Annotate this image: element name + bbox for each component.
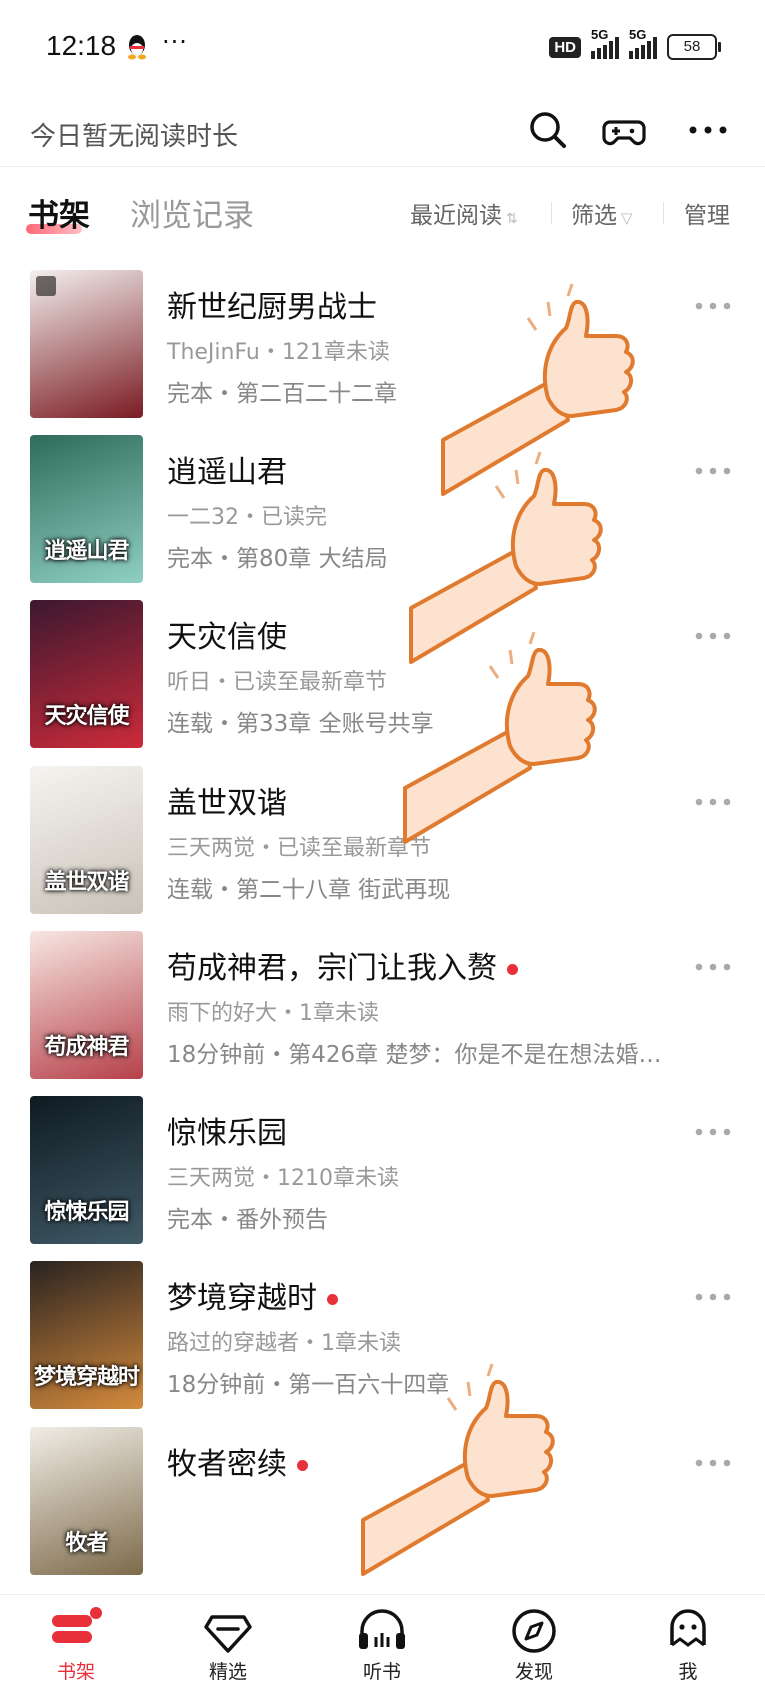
cover-title-art: 牧者: [65, 1530, 108, 1556]
book-cover[interactable]: 逍遥山君: [30, 435, 143, 583]
bottom-nav: 书架 精选 听书 发现 我: [0, 1594, 765, 1703]
tab-bookshelf[interactable]: 书架: [28, 190, 90, 235]
gamepad-icon[interactable]: [602, 108, 646, 152]
cover-title-art: 天灾信使: [44, 703, 129, 729]
book-more-icon[interactable]: [693, 1122, 733, 1142]
tab-history[interactable]: 浏览记录: [130, 190, 254, 235]
signal-icon: 5G: [591, 27, 619, 59]
cover-title-art: 惊悚乐园: [44, 1199, 129, 1225]
nav-audiobook[interactable]: 听书: [332, 1605, 432, 1684]
nav-featured[interactable]: 精选: [178, 1605, 278, 1684]
book-more-icon[interactable]: [693, 792, 733, 812]
book-more-icon[interactable]: [693, 1287, 733, 1307]
book-row[interactable]: 盖世双谐 盖世双谐 三天两觉・已读至最新章节 连载・第二十八章 街武再现: [0, 752, 765, 931]
divider: [551, 202, 552, 224]
bookshelf-icon: [52, 1607, 102, 1643]
book-more-icon[interactable]: [693, 296, 733, 316]
book-row[interactable]: 逍遥山君 逍遥山君 一二32・已读完 完本・第80章 大结局: [0, 421, 765, 600]
book-title: 梦境穿越时: [167, 1273, 338, 1317]
book-author-progress: 三天两觉・1210章未读: [167, 1166, 399, 1191]
book-cover[interactable]: 梦境穿越时: [30, 1261, 143, 1409]
battery-icon: 58: [667, 34, 721, 60]
book-title: 惊悚乐园: [167, 1116, 287, 1151]
search-icon[interactable]: [526, 108, 570, 152]
book-row[interactable]: 惊悚乐园 惊悚乐园 三天两觉・1210章未读 完本・番外预告: [0, 1082, 765, 1261]
gem-icon: [204, 1615, 252, 1653]
book-cover[interactable]: 盖世双谐: [30, 766, 143, 914]
reading-time-label: 今日暂无阅读时长: [30, 122, 239, 152]
book-author-progress: 一二32・已读完: [167, 505, 327, 530]
book-latest-chapter: 连载・第33章 全账号共享: [167, 711, 434, 737]
sort-button[interactable]: 最近阅读 ⇅: [410, 196, 518, 230]
book-row[interactable]: 天灾信使 天灾信使 听日・已读至最新章节 连载・第33章 全账号共享: [0, 586, 765, 765]
manage-button[interactable]: 管理: [684, 196, 730, 230]
headphones-icon: [359, 1609, 405, 1649]
book-more-icon[interactable]: [693, 957, 733, 977]
book-title: 逍遥山君: [167, 455, 287, 490]
nav-discover[interactable]: 发现: [484, 1605, 584, 1684]
more-icon[interactable]: [686, 108, 730, 152]
book-cover[interactable]: 天灾信使: [30, 600, 143, 748]
compass-icon: [512, 1609, 556, 1653]
book-latest-chapter: 18分钟前・第一百六十四章: [167, 1372, 450, 1398]
book-title: 牧者密续: [167, 1439, 308, 1483]
cover-title-art: 梦境穿越时: [33, 1364, 140, 1390]
book-title: 苟成神君，宗门让我入赘: [167, 943, 518, 987]
cover-title-art: 苟成神君: [44, 1034, 129, 1060]
book-author-progress: TheJinFu・121章未读: [167, 340, 390, 365]
book-cover[interactable]: 牧者: [30, 1427, 143, 1575]
app-header: 今日暂无阅读时长: [0, 100, 765, 167]
unread-dot-icon: [327, 1294, 338, 1305]
book-more-icon[interactable]: [693, 461, 733, 481]
book-latest-chapter: 完本・第二百二十二章: [167, 381, 397, 407]
shelf-tabs: 书架 浏览记录 最近阅读 ⇅ 筛选 ▽ 管理: [0, 166, 765, 256]
filter-button[interactable]: 筛选 ▽: [571, 196, 633, 230]
book-more-icon[interactable]: [693, 626, 733, 646]
status-more-icon: ···: [162, 28, 188, 56]
signal-icon: 5G: [629, 27, 657, 59]
book-row[interactable]: 苟成神君 苟成神君，宗门让我入赘雨下的好大・1章未读 18分钟前・第426章 楚梦：…: [0, 917, 765, 1096]
qq-icon: [128, 35, 146, 60]
book-latest-chapter: 完本・番外预告: [167, 1207, 328, 1233]
book-title: 盖世双谐: [167, 786, 287, 821]
filter-icon: ▽: [621, 209, 633, 227]
divider: [663, 202, 664, 224]
book-author-progress: 雨下的好大・1章未读: [167, 1001, 379, 1026]
sort-icon: ⇅: [506, 211, 518, 227]
nav-bookshelf[interactable]: 书架: [26, 1605, 126, 1684]
cover-title-art: 逍遥山君: [44, 538, 129, 564]
profile-icon: [670, 1609, 706, 1647]
unread-dot-icon: [507, 964, 518, 975]
book-row[interactable]: 梦境穿越时 梦境穿越时 路过的穿越者・1章未读 18分钟前・第一百六十四章: [0, 1247, 765, 1426]
book-cover[interactable]: 惊悚乐园: [30, 1096, 143, 1244]
nav-me[interactable]: 我: [638, 1605, 738, 1684]
book-author-progress: 听日・已读至最新章节: [167, 670, 388, 695]
book-latest-chapter: 连载・第二十八章 街武再现: [167, 877, 451, 903]
book-row[interactable]: 新世纪厨男战士 TheJinFu・121章未读 完本・第二百二十二章: [0, 256, 765, 435]
book-cover[interactable]: 苟成神君: [30, 931, 143, 1079]
book-latest-chapter: 完本・第80章 大结局: [167, 546, 388, 572]
pinned-icon: [36, 276, 56, 296]
book-title: 新世纪厨男战士: [167, 290, 377, 325]
book-cover[interactable]: [30, 270, 143, 418]
book-title: 天灾信使: [167, 620, 287, 655]
status-bar: 12:18 ··· HD 5G 5G 58: [0, 0, 765, 100]
book-author-progress: 三天两觉・已读至最新章节: [167, 836, 432, 861]
cover-title-art: 盖世双谐: [44, 869, 129, 895]
status-time: 12:18: [46, 30, 117, 61]
book-author-progress: 路过的穿越者・1章未读: [167, 1331, 401, 1356]
unread-dot-icon: [297, 1460, 308, 1471]
hd-badge: HD: [549, 36, 581, 58]
book-more-icon[interactable]: [693, 1453, 733, 1473]
book-latest-chapter: 18分钟前・第426章 楚梦：你是不是在想法婚…: [167, 1042, 662, 1068]
book-row[interactable]: 牧者 牧者密续: [0, 1413, 765, 1592]
